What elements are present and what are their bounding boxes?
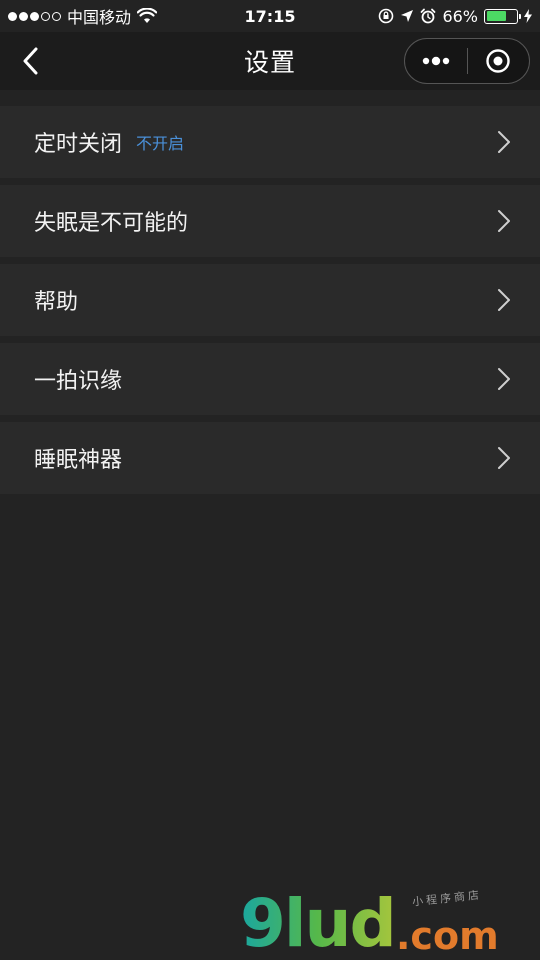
wifi-icon xyxy=(137,8,158,24)
close-button[interactable] xyxy=(468,39,530,83)
chevron-left-icon xyxy=(23,47,38,75)
watermark-logo: 9lud .com 小程序商店 xyxy=(240,888,540,960)
target-close-icon xyxy=(486,49,510,73)
status-right: 66% xyxy=(378,7,532,26)
chevron-right-icon xyxy=(496,130,512,154)
settings-item-help[interactable]: 帮助 xyxy=(0,264,540,336)
mini-program-capsule xyxy=(404,38,530,84)
battery-percent: 66% xyxy=(442,6,478,26)
settings-item-sleep-tool[interactable]: 睡眠神器 xyxy=(0,422,540,494)
settings-item-label: 睡眠神器 xyxy=(34,448,123,473)
more-dots-icon xyxy=(422,56,449,66)
settings-item-photo-match[interactable]: 一拍识缘 xyxy=(0,343,540,415)
alarm-clock-icon xyxy=(420,8,436,24)
rotation-lock-icon xyxy=(378,8,394,24)
settings-item-insomnia[interactable]: 失眠是不可能的 xyxy=(0,185,540,257)
signal-dot-empty xyxy=(52,11,61,21)
settings-item-label: 失眠是不可能的 xyxy=(34,211,189,236)
more-button[interactable] xyxy=(405,39,467,83)
signal-strength-icon xyxy=(8,11,61,21)
battery-icon xyxy=(484,8,521,24)
navigation-bar: 设置 xyxy=(0,32,540,90)
chevron-right-icon xyxy=(496,446,512,470)
signal-dot-empty xyxy=(41,11,50,21)
charging-bolt-icon xyxy=(524,9,532,23)
chevron-right-icon xyxy=(496,367,512,391)
app-screen: 中国移动 17:15 66% 设置 定时关闭 不开启 失眠是不可能的 帮助 一拍… xyxy=(0,0,540,960)
chevron-right-icon xyxy=(496,209,512,233)
settings-item-label: 一拍识缘 xyxy=(34,369,123,394)
settings-item-label: 定时关闭 xyxy=(34,132,123,157)
chevron-right-icon xyxy=(496,288,512,312)
battery-level xyxy=(486,11,506,21)
settings-item-timer-off[interactable]: 定时关闭 不开启 xyxy=(0,106,540,178)
signal-dot xyxy=(19,11,28,21)
back-button[interactable] xyxy=(10,40,50,82)
page-title: 设置 xyxy=(243,48,296,77)
signal-dot xyxy=(8,11,17,21)
location-arrow-icon xyxy=(400,9,414,23)
status-bar: 中国移动 17:15 66% xyxy=(0,0,540,32)
settings-list: 定时关闭 不开启 失眠是不可能的 帮助 一拍识缘 睡眠神器 xyxy=(0,106,540,501)
carrier-name: 中国移动 xyxy=(67,8,132,27)
watermark-suffix: .com xyxy=(396,914,499,958)
settings-item-value: 不开启 xyxy=(136,134,185,153)
status-left: 中国移动 xyxy=(8,4,158,28)
status-time: 17:15 xyxy=(244,6,296,26)
watermark-tagline: 小程序商店 xyxy=(411,888,483,909)
watermark-brand: 9lud xyxy=(240,885,397,960)
settings-item-label: 帮助 xyxy=(34,290,79,315)
signal-dot xyxy=(30,11,39,21)
